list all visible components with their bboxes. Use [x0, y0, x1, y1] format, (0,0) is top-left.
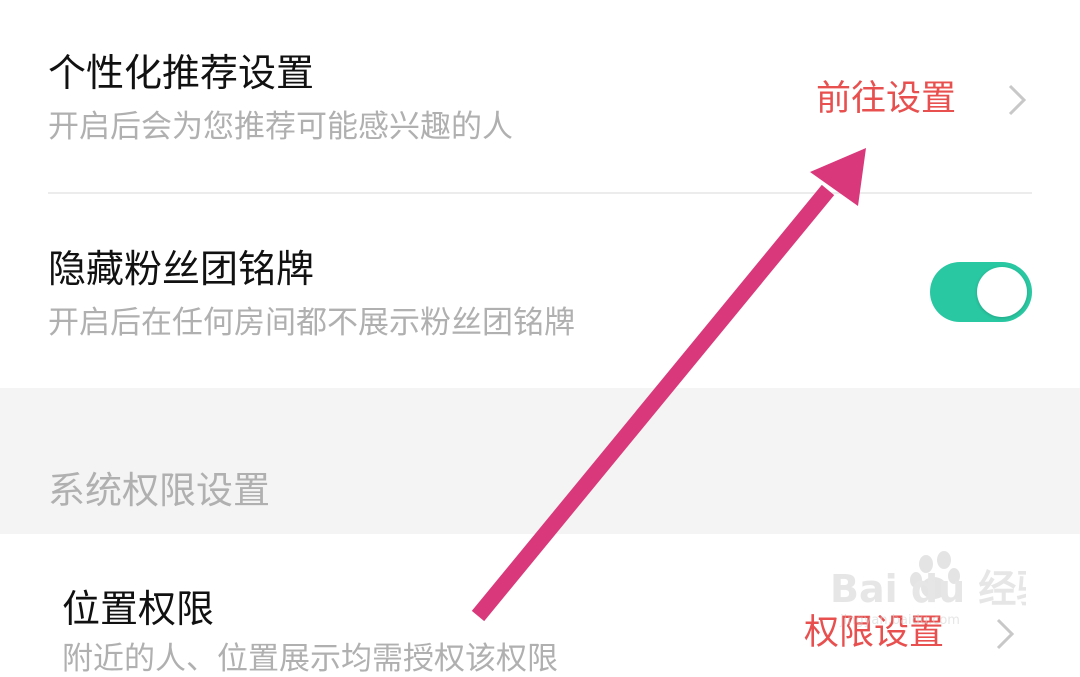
baidu-watermark: Bai du 经验 jingyan.baidu.com [826, 548, 1054, 638]
chevron-right-icon [1008, 84, 1027, 116]
personalized-recommendation-row[interactable]: 个性化推荐设置 开启后会为您推荐可能感兴趣的人 前往设置 [0, 0, 1080, 192]
watermark-text: Bai du 经验 [830, 567, 1026, 611]
system-permission-section-title: 系统权限设置 [48, 469, 270, 512]
hide-fan-badge-subtitle: 开启后在任何房间都不展示粉丝团铭牌 [48, 305, 575, 341]
baidu-paw-logo-icon: Bai du 经验 jingyan.baidu.com [830, 551, 1054, 628]
personalized-recommendation-title: 个性化推荐设置 [48, 51, 315, 95]
section-header-band [0, 388, 1080, 534]
hide-fan-badge-row: 隐藏粉丝团铭牌 开启后在任何房间都不展示粉丝团铭牌 [0, 194, 1080, 388]
goto-settings-link[interactable]: 前往设置 [816, 82, 956, 117]
location-permission-title: 位置权限 [62, 587, 215, 631]
hide-fan-badge-toggle[interactable] [930, 262, 1032, 322]
hide-fan-badge-title: 隐藏粉丝团铭牌 [48, 247, 315, 291]
personalized-recommendation-subtitle: 开启后会为您推荐可能感兴趣的人 [48, 109, 513, 145]
watermark-subtext: jingyan.baidu.com [839, 613, 960, 628]
toggle-knob [977, 267, 1027, 317]
